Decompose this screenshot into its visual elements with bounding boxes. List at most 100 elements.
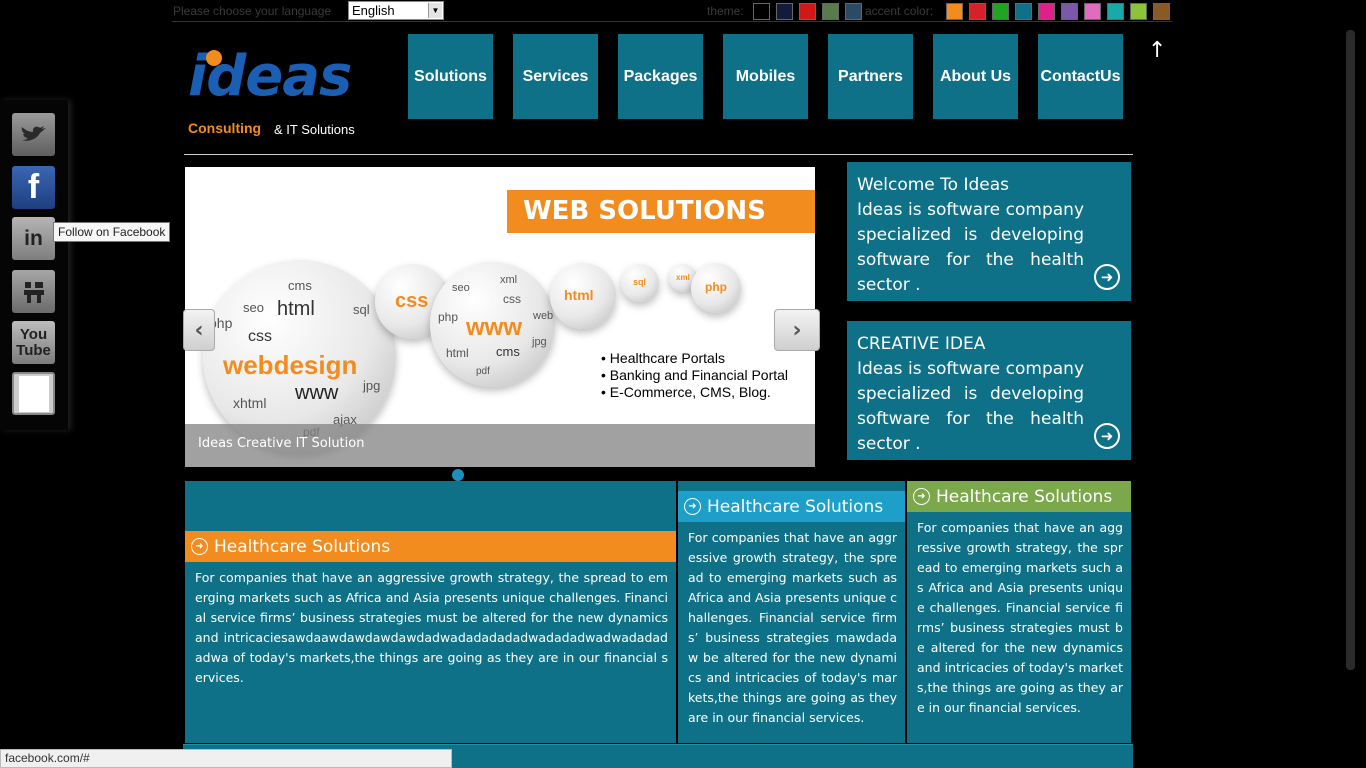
sphere-html: html — [550, 263, 616, 329]
nav-solutions[interactable]: Solutions — [408, 34, 493, 119]
sphere-word: web — [533, 310, 554, 322]
youtube-icon[interactable]: You Tube — [12, 321, 55, 364]
column-3-header[interactable]: ➜ Healthcare Solutions — [907, 481, 1131, 512]
info-box-text: Ideas is software company specialized is… — [857, 200, 1084, 295]
digg-icon[interactable] — [12, 270, 55, 313]
column-2-header[interactable]: ➜ Healthcare Solutions — [678, 491, 905, 522]
sphere-word: html — [446, 346, 469, 360]
image-slider: WEB SOLUTIONS seo cms html sql css php w… — [185, 167, 815, 467]
language-selected-value: English — [352, 3, 395, 18]
slider-prev-button[interactable]: ‹ — [183, 309, 215, 351]
theme-swatch[interactable] — [822, 3, 839, 20]
page-scrollbar[interactable] — [1346, 30, 1355, 670]
sphere-word-main: php — [705, 280, 727, 294]
accent-swatch[interactable] — [1038, 3, 1055, 20]
sphere-word: jpg — [363, 378, 381, 393]
arrow-right-circle-icon: ➜ — [684, 498, 701, 515]
info-box-title: CREATIVE IDEA — [857, 334, 986, 354]
sphere-word-main: html — [564, 287, 594, 303]
sphere-word: seo — [452, 282, 470, 294]
logo-subtitle-consulting: Consulting — [188, 120, 262, 136]
scroll-top-arrow-icon[interactable]: ↑ — [1148, 38, 1166, 63]
site-logo[interactable]: ideas Consulting & IT Solutions — [188, 44, 383, 140]
language-label: Please choose your language — [173, 4, 332, 18]
info-box-welcome: Welcome To Ideas Ideas is software compa… — [847, 162, 1131, 301]
accent-swatch[interactable] — [946, 3, 963, 20]
sphere-word-main: xml — [676, 273, 690, 282]
banner-bullet: • E-Commerce, CMS, Blog. — [601, 384, 771, 400]
sphere-word: html — [277, 298, 315, 320]
column-2-text: For companies that have an aggressive gr… — [688, 530, 897, 725]
accent-swatch[interactable] — [992, 3, 1009, 20]
sphere-sql: sql — [621, 264, 659, 302]
nav-mobiles[interactable]: Mobiles — [723, 34, 808, 119]
twitter-icon[interactable] — [12, 113, 55, 156]
theme-label: theme: — [707, 4, 744, 18]
sphere-word-main: www — [466, 314, 523, 341]
sphere-word: jpg — [532, 336, 547, 348]
slider-next-button[interactable]: › — [774, 309, 820, 351]
sphere-word-main: sql — [633, 277, 647, 287]
linkedin-icon[interactable]: in — [12, 217, 55, 260]
browser-status-bar: facebook.com/# — [0, 749, 452, 768]
column-title: Healthcare Solutions — [707, 496, 884, 517]
banner-bullet: • Banking and Financial Portal — [601, 367, 789, 383]
top-bar: Please choose your language English ▼ th… — [172, 0, 1172, 22]
accent-swatch[interactable] — [1015, 3, 1032, 20]
accent-swatch[interactable] — [1153, 3, 1170, 20]
theme-swatch[interactable] — [753, 3, 770, 20]
blank-social-icon[interactable] — [12, 372, 55, 415]
chevron-down-icon: ▼ — [428, 3, 442, 18]
nav-partners[interactable]: Partners — [828, 34, 913, 119]
arrow-right-circle-icon[interactable]: ➜ — [1094, 423, 1120, 449]
accent-label: accent color: — [865, 4, 934, 18]
header-divider — [184, 154, 1133, 155]
sphere-word: cms — [496, 344, 520, 359]
accent-swatch[interactable] — [1061, 3, 1078, 20]
social-tooltip: Follow on Facebook — [53, 222, 171, 242]
facebook-icon[interactable]: f — [12, 166, 55, 209]
info-box-creative: CREATIVE IDEA Ideas is software company … — [847, 321, 1131, 460]
nav-packages[interactable]: Packages — [618, 34, 703, 119]
sphere-word: php — [438, 310, 459, 324]
column-title: Healthcare Solutions — [214, 536, 391, 557]
banner-title: WEB SOLUTIONS — [507, 190, 815, 233]
arrow-right-circle-icon[interactable]: ➜ — [1094, 264, 1120, 290]
sphere-word: sql — [353, 302, 370, 317]
accent-swatch[interactable] — [1084, 3, 1101, 20]
nav-about-us[interactable]: About Us — [933, 34, 1018, 119]
banner-bullet-list: • Healthcare Portals • Banking and Finan… — [601, 350, 788, 401]
info-box-text: Ideas is software company specialized is… — [857, 359, 1084, 454]
sphere-word: xhtml — [233, 395, 267, 411]
column-1-text: For companies that have an aggressive gr… — [195, 570, 668, 685]
column-title: Healthcare Solutions — [936, 486, 1113, 507]
sphere-word: cms — [288, 278, 312, 293]
column-1-header[interactable]: ➜ Healthcare Solutions — [185, 531, 676, 562]
slider-dot-1[interactable] — [452, 469, 464, 481]
sphere-word: seo — [243, 300, 264, 315]
info-box-title: Welcome To Ideas — [857, 175, 1010, 195]
theme-swatch[interactable] — [776, 3, 793, 20]
sphere-word: pdf — [476, 366, 490, 377]
sphere-word-main: css — [395, 290, 429, 312]
theme-swatch[interactable] — [799, 3, 816, 20]
accent-swatch[interactable] — [1107, 3, 1124, 20]
slider-caption-bar: Ideas Creative IT Solution — [185, 424, 815, 467]
arrow-right-circle-icon: ➜ — [191, 538, 208, 555]
accent-swatch[interactable] — [969, 3, 986, 20]
nav-contact-us[interactable]: ContactUs — [1038, 34, 1123, 119]
banner-bullet: • Healthcare Portals — [601, 350, 725, 366]
sphere-word: www — [295, 382, 339, 404]
theme-swatch[interactable] — [845, 3, 862, 20]
arrow-right-circle-icon: ➜ — [913, 488, 930, 505]
accent-swatch[interactable] — [1130, 3, 1147, 20]
language-select[interactable]: English ▼ — [348, 1, 444, 20]
sphere-word: xml — [500, 274, 518, 286]
nav-services[interactable]: Services — [513, 34, 598, 119]
social-sidebar: f in You Tube — [0, 100, 68, 430]
sphere-word-main: webdesign — [223, 350, 358, 380]
column-3-text: For companies that have an aggressive gr… — [917, 520, 1123, 715]
sphere-php: php — [691, 263, 741, 313]
logo-subtitle-it: & IT Solutions — [274, 122, 355, 137]
logo-dot-icon — [206, 50, 222, 66]
